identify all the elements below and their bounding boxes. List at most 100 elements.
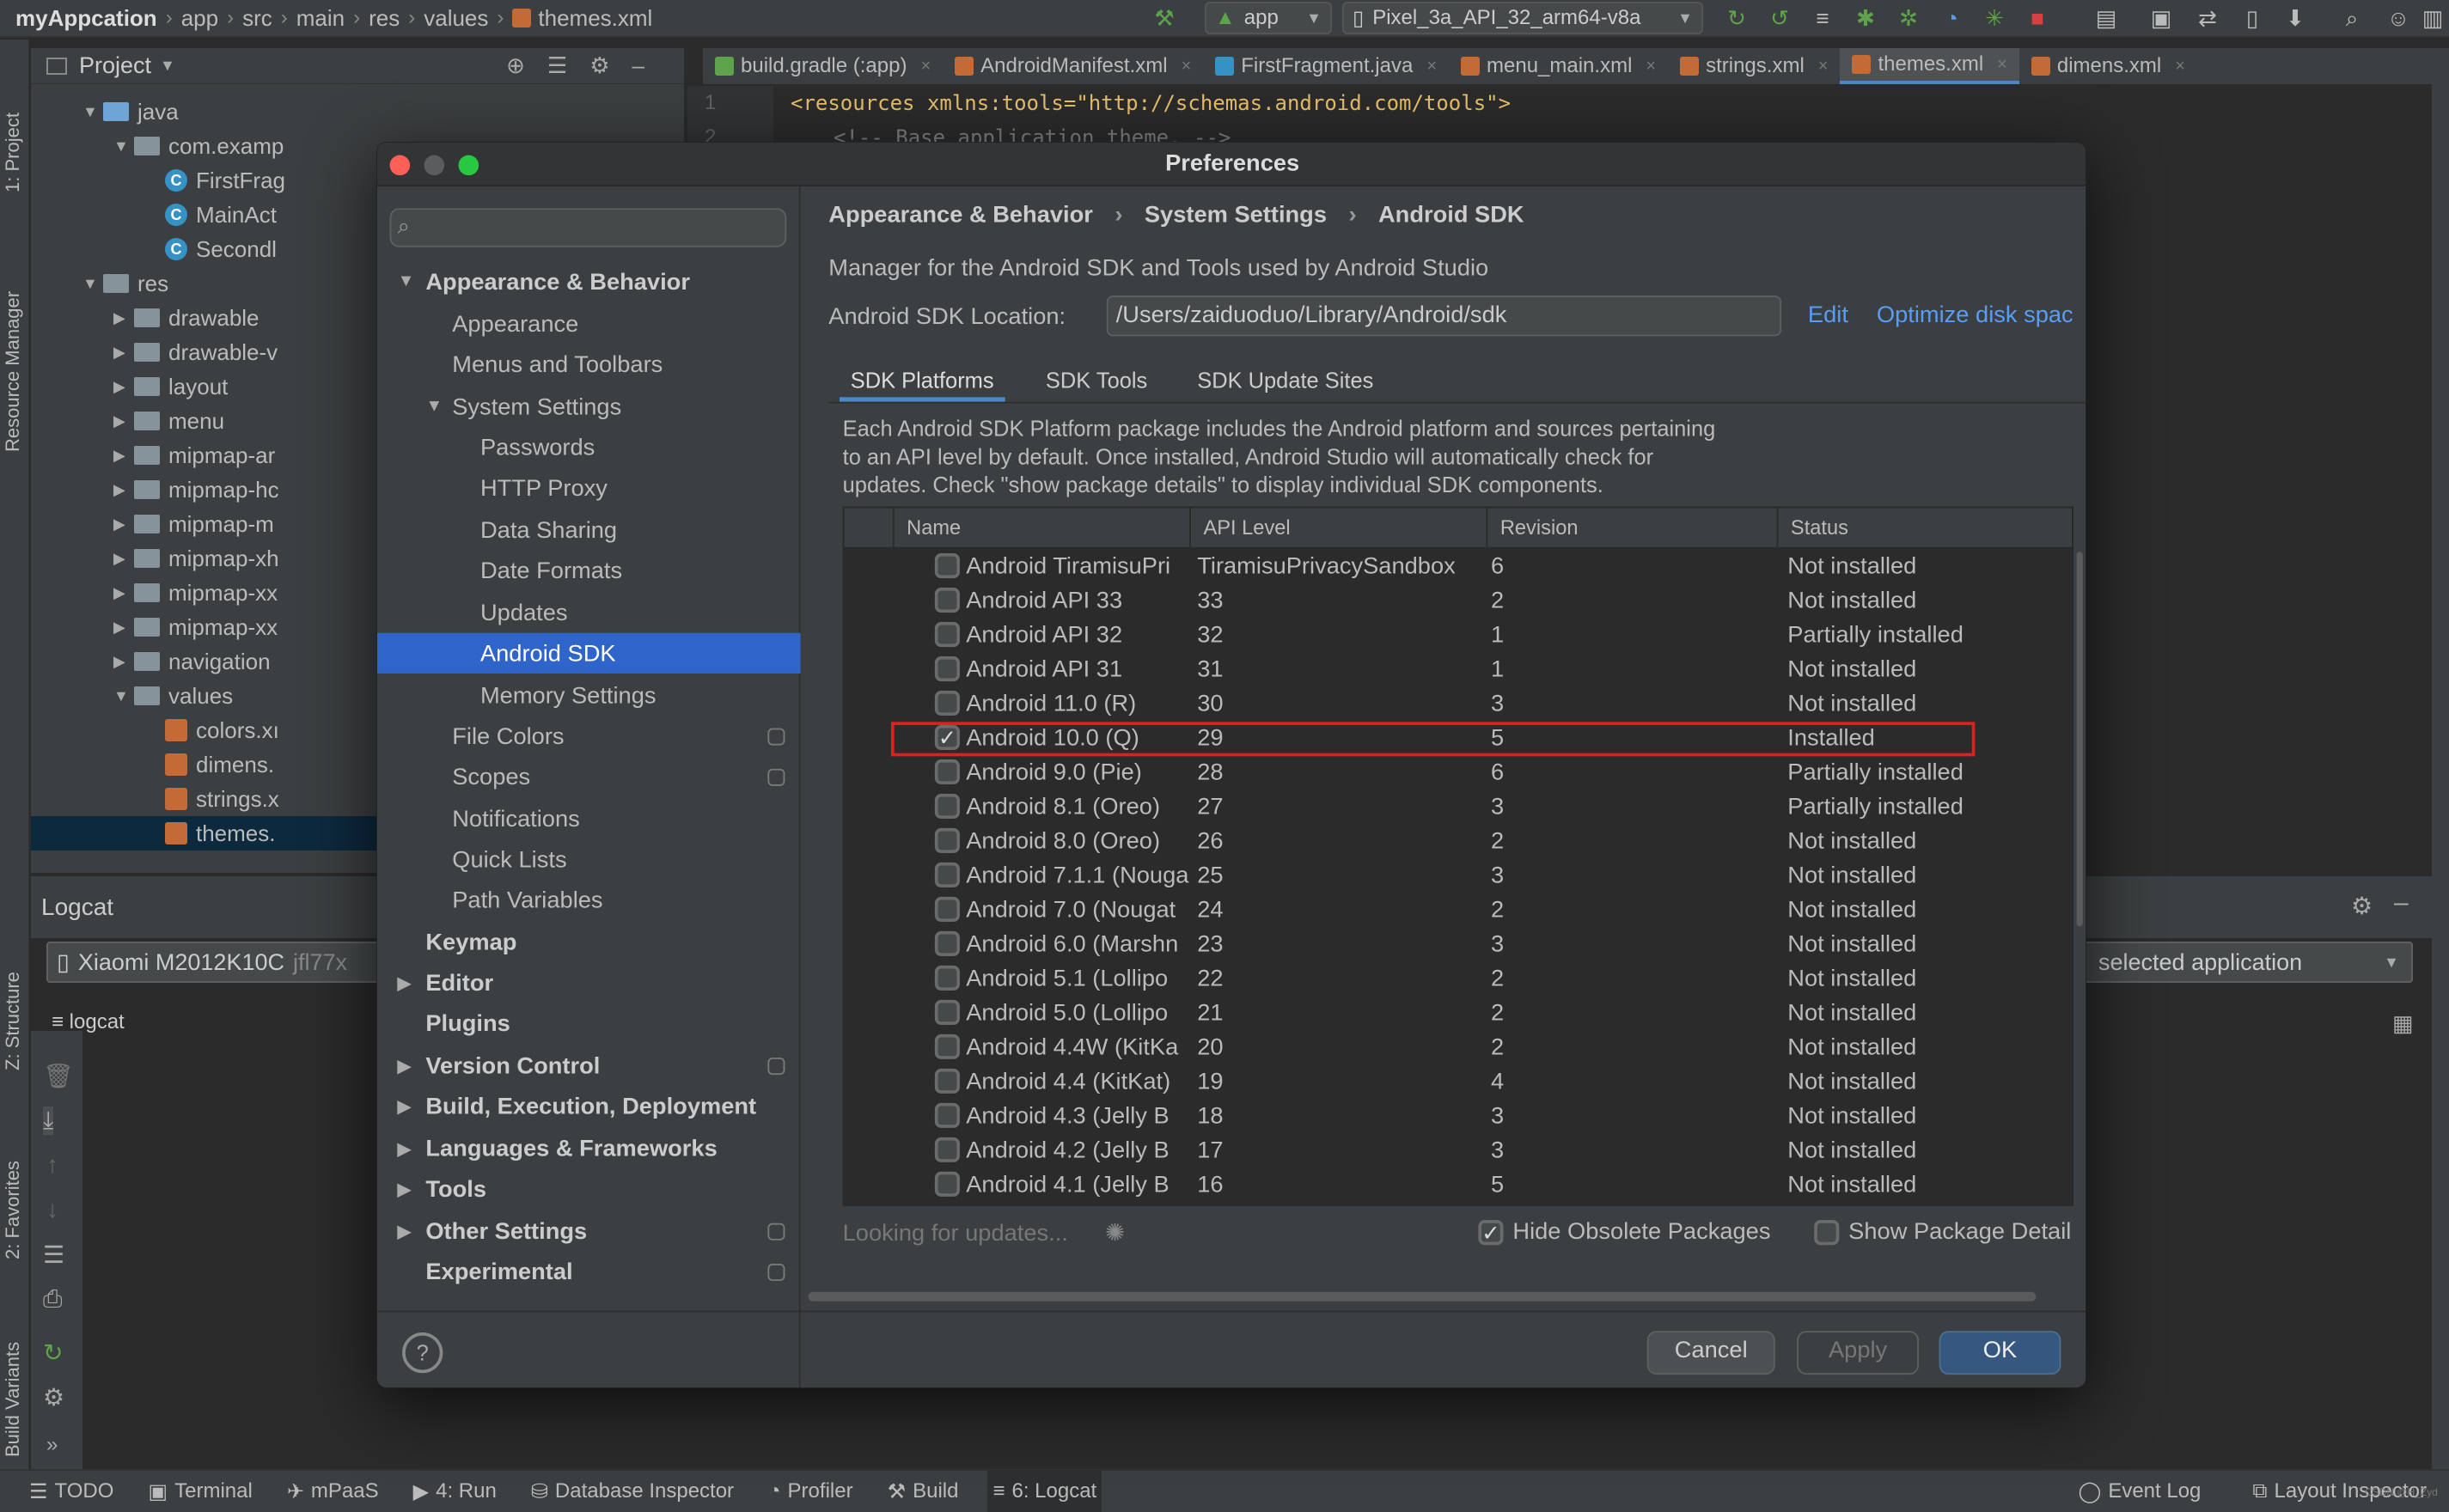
- search-icon[interactable]: ⌕: [2339, 5, 2365, 31]
- down-arrow-icon[interactable]: ↓: [46, 1196, 58, 1223]
- close-icon[interactable]: ×: [1182, 57, 1192, 76]
- tool-window-button[interactable]: ⛁ Database Inspector: [526, 1470, 739, 1512]
- breadcrumb-item[interactable]: main: [296, 5, 345, 32]
- editor-tab[interactable]: FirstFragment.java ×: [1203, 48, 1449, 84]
- scroll-to-end-icon[interactable]: ⤓: [43, 1107, 54, 1135]
- tab-sdk-platforms[interactable]: SDK Platforms: [840, 358, 1005, 403]
- settings-nav-item[interactable]: ▶ Version Control: [377, 1046, 801, 1086]
- row-checkbox[interactable]: [934, 1069, 960, 1094]
- avd-manager-icon[interactable]: ▯: [2239, 5, 2265, 31]
- settings-nav-item[interactable]: ▶ Editor: [377, 963, 801, 1003]
- chevron-right-icon[interactable]: ▶: [113, 584, 134, 602]
- table-scrollbar[interactable]: [2076, 552, 2083, 927]
- minimize-icon[interactable]: –: [2394, 888, 2409, 918]
- editor-tab[interactable]: dimens.xml ×: [2019, 48, 2197, 84]
- layout-icon[interactable]: ▣: [2148, 5, 2174, 31]
- close-icon[interactable]: ×: [1426, 57, 1437, 76]
- profile-icon[interactable]: ◔: [1939, 5, 1964, 31]
- show-package-details-checkbox[interactable]: [1814, 1220, 1840, 1246]
- breadcrumb-item[interactable]: themes.xml: [538, 5, 652, 32]
- table-row[interactable]: Android TiramisuPri TiramisuPrivacySandbo…: [844, 551, 2072, 585]
- tab-sdk-update-sites[interactable]: SDK Update Sites: [1187, 358, 1385, 402]
- hammer-icon[interactable]: ⚒: [1151, 5, 1177, 31]
- close-icon[interactable]: ×: [1997, 55, 2007, 75]
- settings-nav-item[interactable]: Notifications: [377, 799, 801, 839]
- device-select[interactable]: ▯ Pixel_3a_API_32_arm64-v8a ▼: [1342, 2, 1703, 34]
- chevron-right-icon[interactable]: ▶: [113, 447, 134, 465]
- breadcrumb-item[interactable]: src: [242, 5, 272, 32]
- tool-window-button[interactable]: ▶ 4: Run: [408, 1470, 502, 1512]
- column-header[interactable]: Revision: [1487, 508, 1779, 549]
- layout-icon[interactable]: ▦: [2392, 1010, 2414, 1037]
- settings-nav-item[interactable]: Path Variables: [377, 880, 801, 920]
- editor-tab[interactable]: strings.xml ×: [1668, 48, 1840, 84]
- tool-window-button[interactable]: ☰ TODO: [24, 1470, 119, 1512]
- settings-search-input[interactable]: ⌕: [389, 208, 787, 248]
- chevron-down-icon[interactable]: ▼: [82, 103, 103, 121]
- chevron-right-icon[interactable]: ▶: [113, 619, 134, 637]
- chevron-down-icon[interactable]: ▼: [160, 57, 175, 75]
- cancel-button[interactable]: Cancel: [1646, 1331, 1775, 1375]
- chevron-down-icon[interactable]: ▼: [425, 398, 443, 417]
- row-checkbox[interactable]: [934, 656, 960, 682]
- table-row[interactable]: ✓ Android 10.0 (Q) 29 5 Installed: [844, 722, 2072, 757]
- project-view-title[interactable]: Project: [79, 52, 151, 79]
- chevron-right-icon[interactable]: ▶: [398, 1056, 411, 1076]
- sync-icon[interactable]: ⇄: [2195, 5, 2220, 31]
- table-row[interactable]: Android 8.1 (Oreo) 27 3 Partially installed: [844, 791, 2072, 826]
- row-checkbox[interactable]: [934, 863, 960, 888]
- settings-nav-item[interactable]: Appearance: [377, 304, 801, 344]
- row-checkbox[interactable]: [934, 1137, 960, 1163]
- table-row[interactable]: Android API 31 31 1 Not installed: [844, 654, 2072, 688]
- table-row[interactable]: Android 4.2 (Jelly B 17 3 Not installed: [844, 1135, 2072, 1169]
- hide-obsolete-checkbox[interactable]: ✓: [1478, 1220, 1504, 1246]
- chevron-right-icon[interactable]: ▶: [113, 412, 134, 430]
- apply-changes-icon[interactable]: ↺: [1767, 5, 1792, 31]
- table-row[interactable]: Android 7.0 (Nougat 24 2 Not installed: [844, 894, 2072, 929]
- table-row[interactable]: Android 4.1 (Jelly B 16 5 Not installed: [844, 1169, 2072, 1204]
- table-row[interactable]: Android 9.0 (Pie) 28 6 Partially installed: [844, 757, 2072, 791]
- more-icon[interactable]: »: [46, 1433, 58, 1457]
- tool-window-button[interactable]: ⚒ Build: [882, 1470, 964, 1512]
- row-checkbox[interactable]: [934, 1034, 960, 1060]
- tool-window-button[interactable]: ▣ Terminal: [143, 1470, 257, 1512]
- row-checkbox[interactable]: [934, 1172, 960, 1198]
- chevron-down-icon[interactable]: ▼: [398, 272, 415, 291]
- settings-nav-item[interactable]: File Colors: [377, 716, 801, 756]
- gear-icon[interactable]: ⚙: [2351, 892, 2373, 920]
- row-checkbox[interactable]: [934, 691, 960, 716]
- account-icon[interactable]: ☺: [2385, 5, 2411, 31]
- row-checkbox[interactable]: [934, 897, 960, 923]
- chevron-right-icon[interactable]: ▶: [398, 1179, 411, 1199]
- column-header[interactable]: Status: [1778, 509, 2072, 549]
- tab-sdk-tools[interactable]: SDK Tools: [1035, 358, 1158, 402]
- close-icon[interactable]: ×: [1818, 57, 1829, 76]
- settings-nav-item[interactable]: Updates: [377, 593, 801, 633]
- chevron-right-icon[interactable]: ▶: [398, 972, 411, 993]
- project-tool-label[interactable]: 1: Project: [2, 113, 24, 192]
- table-row[interactable]: Android 5.0 (Lollipo 21 2 Not installed: [844, 997, 2072, 1032]
- chevron-down-icon[interactable]: ▼: [113, 687, 134, 705]
- tool-window-button[interactable]: ◔ Profiler: [763, 1470, 858, 1512]
- row-checkbox[interactable]: [934, 794, 960, 820]
- close-icon[interactable]: ×: [920, 57, 931, 76]
- project-structure-icon[interactable]: ▤: [2093, 5, 2119, 31]
- row-checkbox[interactable]: [934, 553, 960, 579]
- favorites-tool-label[interactable]: 2: Favorites: [2, 1161, 24, 1259]
- row-checkbox[interactable]: [934, 622, 960, 648]
- coverage-icon[interactable]: ✲: [1896, 5, 1921, 31]
- resource-manager-tool-label[interactable]: Resource Manager: [2, 291, 24, 452]
- row-checkbox[interactable]: [934, 1103, 960, 1129]
- tool-window-button[interactable]: ✈ mPaaS: [282, 1470, 384, 1512]
- table-row[interactable]: Android 11.0 (R) 30 3 Not installed: [844, 688, 2072, 722]
- edit-location-link[interactable]: Edit: [1808, 302, 1848, 329]
- logcat-device-select[interactable]: ▯ Xiaomi M2012K10C jfl77x: [46, 942, 390, 983]
- breadcrumb-item[interactable]: myAppcation: [15, 5, 157, 32]
- chevron-right-icon[interactable]: ▶: [113, 653, 134, 671]
- settings-nav-item[interactable]: ▶ Languages & Frameworks: [377, 1128, 801, 1168]
- chevron-right-icon[interactable]: ▶: [113, 378, 134, 396]
- ok-button[interactable]: OK: [1939, 1331, 2061, 1375]
- up-arrow-icon[interactable]: ↑: [46, 1151, 58, 1179]
- row-checkbox[interactable]: [934, 931, 960, 957]
- sdk-manager-icon[interactable]: ⬇: [2282, 5, 2308, 31]
